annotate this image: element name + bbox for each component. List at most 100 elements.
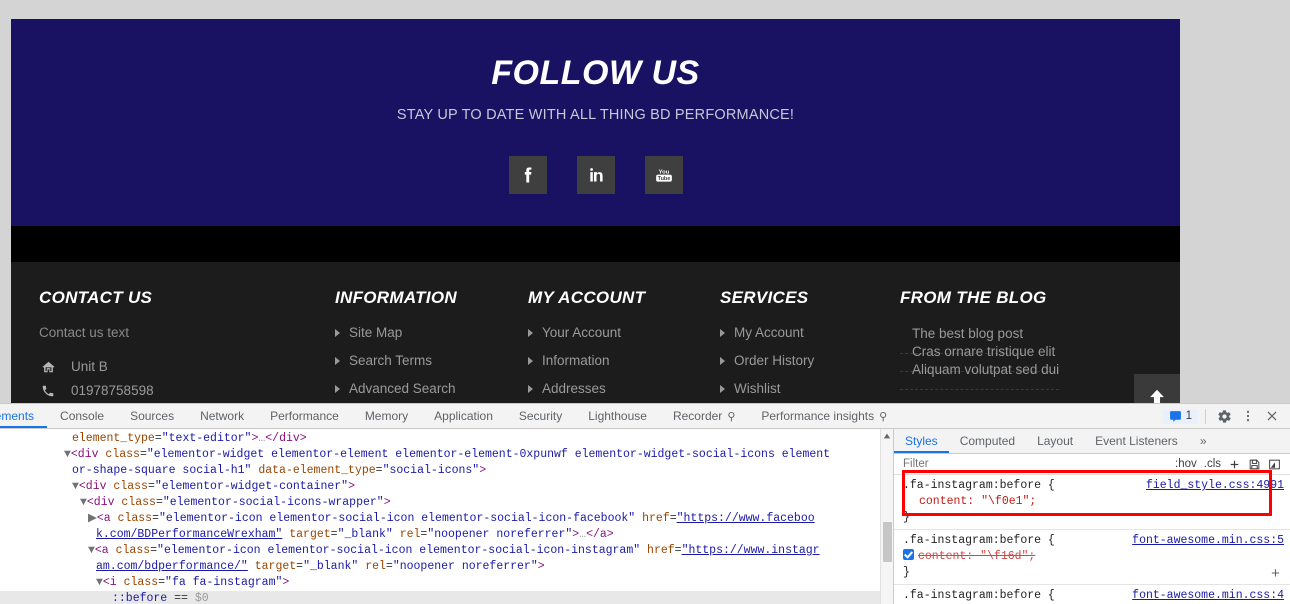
contact-us-text: Contact us text	[39, 325, 130, 340]
scrollbar-thumb[interactable]	[883, 522, 892, 562]
section-divider	[11, 226, 1180, 262]
issues-badge[interactable]: 1	[1162, 408, 1198, 424]
footer-heading: INFORMATION	[335, 288, 457, 307]
tab-network[interactable]: Network	[187, 404, 257, 428]
scroll-to-top-button[interactable]	[1134, 374, 1180, 403]
social-icons-row: You Tube	[508, 156, 683, 195]
css-declaration[interactable]: content: "\f16d";	[903, 549, 1281, 565]
toggle-sidebar-button[interactable]	[1268, 458, 1281, 471]
tab-security[interactable]: Security	[506, 404, 575, 428]
dom-tree-line[interactable]: ▼<div class="elementor-widget elementor-…	[0, 447, 893, 463]
footer-link-advanced-search[interactable]: Advanced Search	[335, 381, 528, 396]
footer-link-information[interactable]: Information	[528, 353, 720, 368]
footer-link-label: Search Terms	[349, 353, 433, 368]
css-rule[interactable]: .fa-instagram:before {font-awesome.min.c…	[894, 585, 1290, 604]
dom-tree-line[interactable]: element_type="text-editor">…</div>	[0, 431, 893, 447]
tab-console[interactable]: Console	[47, 404, 117, 428]
css-rules-list: .fa-instagram:before {field_style.css:49…	[894, 475, 1290, 604]
footer-column-from-the-blog: FROM THE BLOG The best blog post Cras or…	[900, 288, 1160, 403]
footer-link-label: My Account	[734, 325, 804, 340]
footer-link-site-map[interactable]: Site Map	[335, 325, 528, 340]
close-icon[interactable]	[1261, 405, 1283, 427]
follow-us-title: FOLLOW US	[491, 54, 700, 92]
dom-tree-line[interactable]: or-shape-square social-h1" data-element_…	[0, 463, 893, 479]
blog-post-link[interactable]: Aliquam volutpat sed dui	[900, 362, 1060, 390]
add-style-rule-button[interactable]	[1228, 458, 1241, 471]
tab-lighthouse[interactable]: Lighthouse	[575, 404, 660, 428]
dom-tree-scrollbar[interactable]	[880, 429, 893, 604]
gear-icon[interactable]	[1213, 405, 1235, 427]
hov-button[interactable]: :hov	[1175, 458, 1197, 470]
footer-link-wishlist[interactable]: Wishlist	[720, 381, 900, 396]
footer-link-your-account[interactable]: Your Account	[528, 325, 720, 340]
css-property[interactable]: content: "\f0e1";	[919, 495, 1036, 508]
footer-heading: MY ACCOUNT	[528, 288, 646, 307]
css-property[interactable]: content: "\f16d";	[918, 550, 1035, 563]
css-source-link[interactable]: field_style.css:4991	[1146, 478, 1284, 494]
tab-event-listeners[interactable]: Event Listeners	[1084, 429, 1189, 453]
dom-tree-line[interactable]: k.com/BDPerformanceWrexham" target="_bla…	[0, 527, 893, 543]
contact-address-row: Unit B	[39, 359, 335, 374]
tab-application[interactable]: Application	[421, 404, 506, 428]
tab-elements[interactable]: Elements	[0, 404, 48, 428]
tab-recorder[interactable]: Recorder ⚲	[660, 404, 748, 428]
facebook-icon[interactable]	[508, 156, 547, 195]
footer-link-search-terms[interactable]: Search Terms	[335, 353, 528, 368]
tab-layout[interactable]: Layout	[1026, 429, 1084, 453]
contact-phone-row: 01978758598	[39, 383, 335, 398]
website-content: FOLLOW US STAY UP TO DATE WITH ALL THING…	[11, 19, 1180, 403]
css-rule[interactable]: .fa-instagram:before {field_style.css:49…	[894, 475, 1290, 530]
tab-computed[interactable]: Computed	[949, 429, 1026, 453]
caret-right-icon	[335, 384, 340, 393]
css-declaration[interactable]: content: "\f0e1";	[903, 494, 1281, 510]
scrollbar-up-arrow[interactable]	[881, 429, 893, 442]
css-rule[interactable]: .fa-instagram:before {font-awesome.min.c…	[894, 530, 1290, 585]
footer-link-label: Information	[542, 353, 610, 368]
more-tabs-button[interactable]: »	[1189, 429, 1218, 453]
tab-performance-insights[interactable]: Performance insights ⚲	[748, 404, 900, 428]
dom-tree-line[interactable]: ▶<a class="elementor-icon elementor-soci…	[0, 511, 893, 527]
styles-filter-input[interactable]	[894, 458, 1175, 470]
contact-address-value: Unit B	[71, 359, 108, 374]
tab-performance[interactable]: Performance	[257, 404, 352, 428]
footer-link-order-history[interactable]: Order History	[720, 353, 900, 368]
arrow-up-icon	[1150, 389, 1164, 403]
css-source-link[interactable]: font-awesome.min.css:4	[1132, 588, 1284, 604]
tab-sources[interactable]: Sources	[117, 404, 187, 428]
declaration-checkbox[interactable]	[903, 549, 914, 560]
tab-styles[interactable]: Styles	[894, 429, 949, 453]
dom-tree-line[interactable]: ::before == $0	[0, 591, 893, 604]
save-style-button[interactable]	[1248, 458, 1261, 471]
footer-link-label: Site Map	[349, 325, 403, 340]
footer-heading: CONTACT US	[39, 288, 153, 307]
browser-page-viewport: FOLLOW US STAY UP TO DATE WITH ALL THING…	[0, 0, 1290, 403]
flask-icon: ⚲	[879, 410, 888, 423]
css-source-link[interactable]: font-awesome.min.css:5	[1132, 533, 1284, 549]
dom-tree-line[interactable]: ▼<div class="elementor-widget-container"…	[0, 479, 893, 495]
toolbar-divider	[1205, 408, 1206, 424]
footer-link-label: Order History	[734, 353, 815, 368]
css-rule-close-brace: }	[903, 566, 910, 579]
dom-tree-line[interactable]: ▼<div class="elementor-social-icons-wrap…	[0, 495, 893, 511]
cls-button[interactable]: .cls	[1204, 458, 1221, 470]
home-icon	[39, 360, 57, 374]
devtools-panel: Elements Console Sources Network Perform…	[0, 403, 1290, 604]
caret-right-icon	[528, 328, 533, 337]
tab-memory[interactable]: Memory	[352, 404, 421, 428]
footer-heading: SERVICES	[720, 288, 809, 307]
dom-tree-line[interactable]: ▼<i class="fa fa-instagram">	[0, 575, 893, 591]
linkedin-icon[interactable]	[576, 156, 615, 195]
footer-link-addresses[interactable]: Addresses	[528, 381, 720, 396]
add-declaration-button[interactable]: +	[1271, 567, 1280, 582]
message-icon	[1169, 410, 1181, 422]
footer-link-label: Addresses	[542, 381, 606, 396]
dom-tree-pane[interactable]: element_type="text-editor">…</div> ▼<div …	[0, 429, 893, 604]
dom-tree-line[interactable]: am.com/bdperformance/" target="_blank" r…	[0, 559, 893, 575]
dom-tree-line[interactable]: ▼<a class="elementor-icon elementor-soci…	[0, 543, 893, 559]
issues-count: 1	[1185, 410, 1192, 422]
youtube-icon[interactable]: You Tube	[644, 156, 683, 195]
footer-link-my-account[interactable]: My Account	[720, 325, 900, 340]
devtools-tab-list: Elements Console Sources Network Perform…	[0, 404, 1156, 428]
kebab-menu-icon[interactable]	[1237, 405, 1259, 427]
caret-right-icon	[335, 328, 340, 337]
